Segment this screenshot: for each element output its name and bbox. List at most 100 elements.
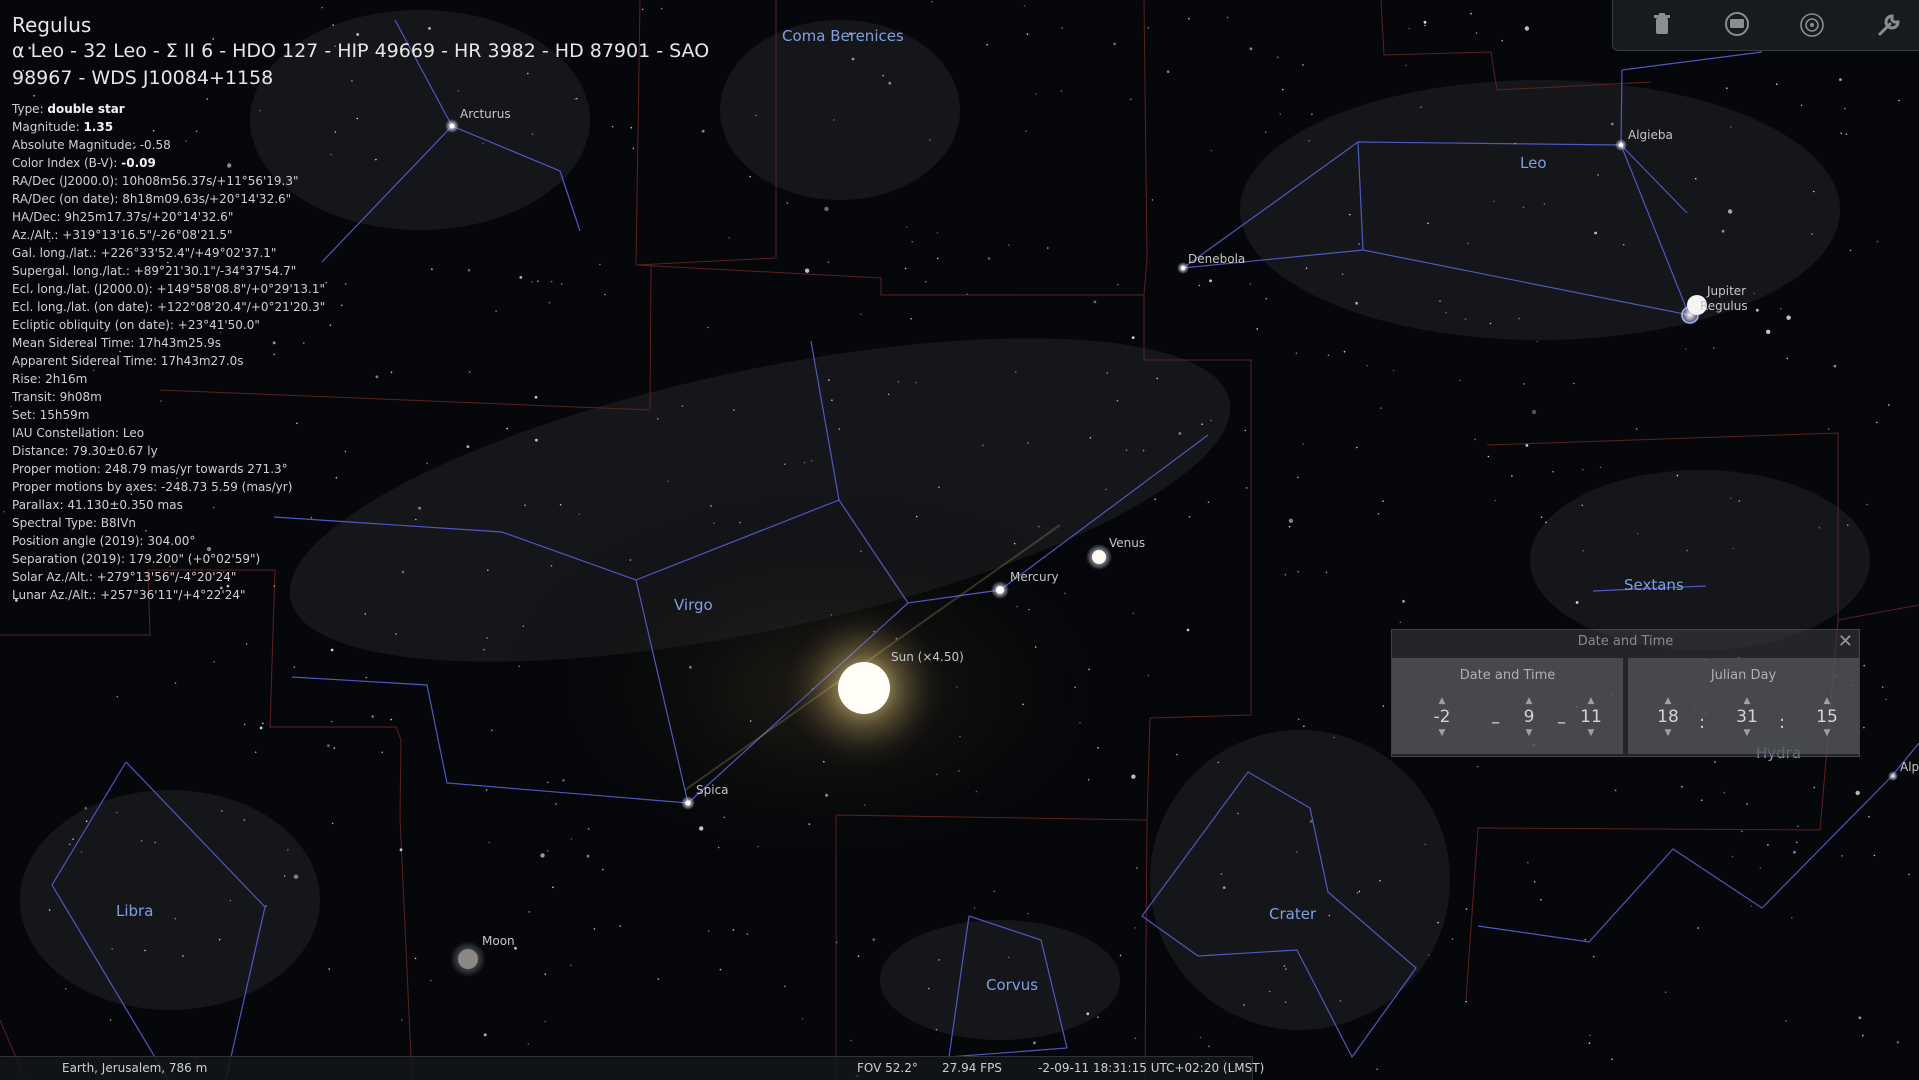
hour-spinner[interactable]: ▲ 18 ▼ bbox=[1647, 696, 1689, 738]
label-sun: Sun (×4.50) bbox=[891, 650, 964, 664]
decrement-icon[interactable]: ▼ bbox=[1421, 728, 1463, 738]
wrench-icon[interactable] bbox=[1876, 12, 1902, 38]
field-star bbox=[1611, 1058, 1613, 1060]
field-star bbox=[1178, 432, 1182, 435]
field-star bbox=[1088, 668, 1090, 671]
field-star bbox=[1302, 443, 1304, 445]
field-star bbox=[1358, 890, 1361, 893]
field-star bbox=[1594, 231, 1597, 235]
day-spinner[interactable]: ▲ 11 ▼ bbox=[1570, 696, 1612, 738]
field-star bbox=[986, 43, 988, 46]
minute-value[interactable]: 31 bbox=[1726, 706, 1768, 728]
screen-icon[interactable] bbox=[1724, 12, 1750, 38]
field-star bbox=[1908, 873, 1910, 876]
field-star bbox=[390, 718, 393, 721]
field-star bbox=[1201, 423, 1203, 426]
field-star bbox=[975, 790, 978, 793]
field-star bbox=[1676, 474, 1679, 477]
detail-value: 8h18m09.63s/+20°14'32.6" bbox=[122, 192, 292, 206]
field-star bbox=[1226, 16, 1229, 19]
object-detail-row: Mean Sidereal Time: 17h43m25.9s bbox=[12, 334, 732, 352]
field-star bbox=[1303, 725, 1305, 728]
increment-icon[interactable]: ▲ bbox=[1726, 696, 1768, 706]
field-star bbox=[959, 735, 961, 738]
field-star bbox=[1097, 747, 1099, 749]
detail-value: +122°08'20.4"/+0°21'20.3" bbox=[156, 300, 326, 314]
label-libra: Libra bbox=[116, 902, 153, 920]
second-value[interactable]: 15 bbox=[1806, 706, 1848, 728]
target-icon[interactable] bbox=[1799, 12, 1825, 38]
decrement-icon[interactable]: ▼ bbox=[1806, 728, 1848, 738]
field-star bbox=[1552, 470, 1554, 473]
field-star bbox=[262, 722, 264, 725]
field-star bbox=[1866, 503, 1868, 506]
field-star bbox=[1881, 686, 1884, 688]
field-star bbox=[287, 848, 289, 851]
increment-icon[interactable]: ▲ bbox=[1806, 696, 1848, 706]
field-star bbox=[1245, 487, 1248, 489]
label-venus: Venus bbox=[1109, 536, 1145, 550]
field-star bbox=[1256, 328, 1258, 330]
month-value[interactable]: 9 bbox=[1508, 706, 1550, 728]
year-spinner[interactable]: ▲ -2 ▼ bbox=[1421, 696, 1463, 738]
field-star bbox=[1035, 93, 1037, 95]
detail-label: Apparent Sidereal Time: bbox=[12, 354, 161, 368]
field-star bbox=[1811, 233, 1813, 235]
increment-icon[interactable]: ▲ bbox=[1647, 696, 1689, 706]
datetime-text[interactable]: -2-09-11 18:31:15 UTC+02:20 (LMST) bbox=[1038, 1061, 1264, 1075]
object-detail-row: Absolute Magnitude: -0.58 bbox=[12, 136, 732, 154]
increment-icon[interactable]: ▲ bbox=[1421, 696, 1463, 706]
year-value[interactable]: -2 bbox=[1421, 706, 1463, 728]
field-star bbox=[1582, 550, 1584, 552]
location-text[interactable]: Earth, Jerusalem, 786 m bbox=[62, 1061, 207, 1075]
field-star bbox=[1459, 379, 1461, 382]
field-star bbox=[1785, 1020, 1787, 1022]
object-detail-row: Gal. long./lat.: +226°33'52.4"/+49°02'37… bbox=[12, 244, 732, 262]
field-star bbox=[1113, 42, 1116, 46]
increment-icon[interactable]: ▲ bbox=[1508, 696, 1550, 706]
fov-text: FOV 52.2° bbox=[857, 1061, 918, 1075]
detail-value: -0.58 bbox=[139, 138, 171, 152]
minute-spinner[interactable]: ▲ 31 ▼ bbox=[1726, 696, 1768, 738]
object-info-panel: Regulus α Leo - 32 Leo - Σ II 6 - HDO 12… bbox=[12, 12, 732, 604]
date-time-window-title: Date and Time bbox=[1577, 634, 1674, 649]
field-star bbox=[1399, 621, 1402, 624]
day-value[interactable]: 11 bbox=[1570, 706, 1612, 728]
label-crater: Crater bbox=[1269, 905, 1317, 923]
detail-label: Position angle (2019): bbox=[12, 534, 148, 548]
increment-icon[interactable]: ▲ bbox=[1570, 696, 1612, 706]
month-spinner[interactable]: ▲ 9 ▼ bbox=[1508, 696, 1550, 738]
decrement-icon[interactable]: ▼ bbox=[1726, 728, 1768, 738]
field-star bbox=[1134, 927, 1136, 929]
field-star bbox=[328, 968, 331, 970]
field-star bbox=[1846, 524, 1849, 526]
field-star bbox=[1730, 126, 1732, 128]
field-star bbox=[1060, 90, 1063, 92]
decrement-icon[interactable]: ▼ bbox=[1647, 728, 1689, 738]
field-star bbox=[1131, 774, 1136, 779]
field-star bbox=[1487, 455, 1490, 458]
field-star bbox=[401, 1019, 403, 1021]
decrement-icon[interactable]: ▼ bbox=[1508, 728, 1550, 738]
hour-value[interactable]: 18 bbox=[1647, 706, 1689, 728]
field-star bbox=[1759, 867, 1762, 869]
field-star bbox=[1288, 518, 1294, 523]
field-star bbox=[1349, 213, 1351, 216]
moon[interactable] bbox=[458, 949, 478, 969]
second-spinner[interactable]: ▲ 15 ▼ bbox=[1806, 696, 1848, 738]
field-star bbox=[1827, 428, 1830, 431]
field-star bbox=[1328, 914, 1331, 917]
detail-value: 15h59m bbox=[39, 408, 90, 422]
field-star bbox=[1522, 206, 1525, 209]
detail-label: Type: bbox=[12, 102, 48, 116]
field-star bbox=[966, 293, 968, 296]
sun[interactable] bbox=[838, 662, 890, 714]
field-star bbox=[1863, 726, 1865, 729]
decrement-icon[interactable]: ▼ bbox=[1570, 728, 1612, 738]
field-star bbox=[1527, 861, 1529, 864]
field-star bbox=[331, 720, 333, 723]
alp-star[interactable] bbox=[1888, 771, 1898, 781]
field-star bbox=[911, 241, 913, 243]
trash-icon[interactable] bbox=[1649, 12, 1675, 38]
close-icon[interactable]: ✕ bbox=[1838, 631, 1853, 652]
